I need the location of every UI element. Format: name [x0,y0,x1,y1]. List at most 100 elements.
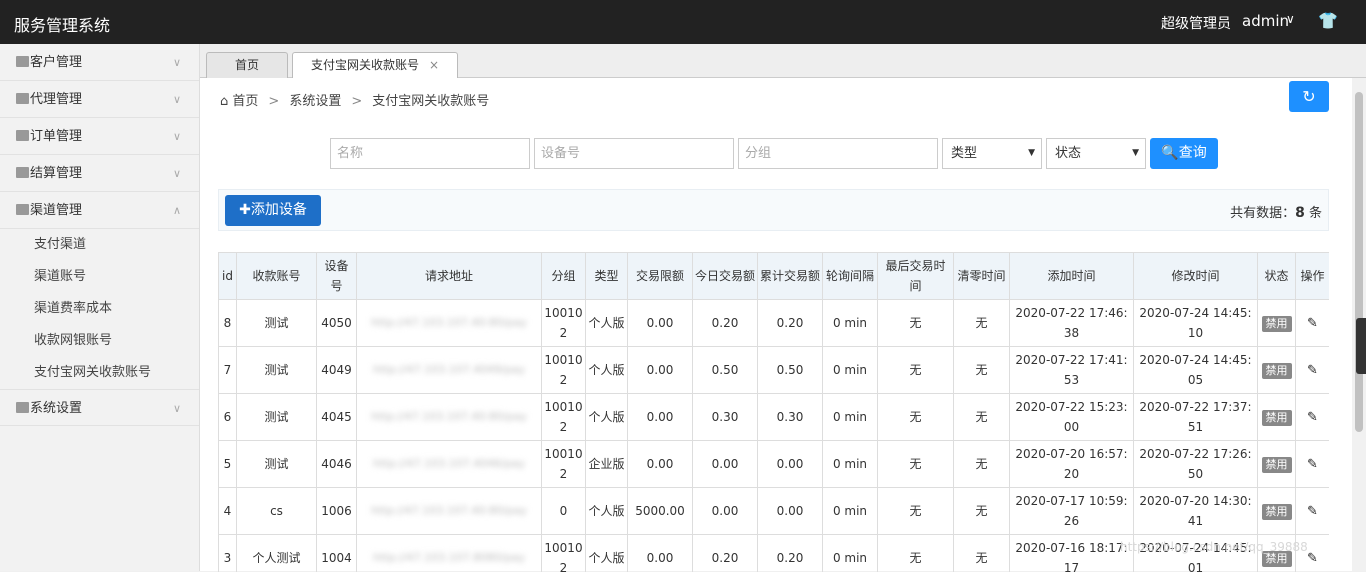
breadcrumb-current: 支付宝网关收款账号 [372,94,489,109]
cell-limit: 0.00 [628,300,693,347]
status-select[interactable]: 状态▼ [1046,138,1146,169]
chevron-down-icon[interactable]: ∨ [1286,12,1295,26]
submenu-alipay-gateway[interactable]: 支付宝网关收款账号 [0,357,199,389]
submenu-bank-account[interactable]: 收款网银账号 [0,325,199,357]
table-toolbar: ✚添加设备 共有数据：8 条 [218,189,1329,231]
cell-limit: 0.00 [628,347,693,394]
cell-actions: ✎ [1296,347,1330,394]
edit-icon[interactable]: ✎ [1307,504,1318,519]
breadcrumb-home[interactable]: 首页 [232,94,258,109]
cell-account: 测试 [237,394,317,441]
refresh-icon: ↻ [1302,87,1315,106]
sidebar-item-agents[interactable]: 代理管理∨ [0,81,199,118]
submenu-channel-rate[interactable]: 渠道费率成本 [0,293,199,325]
chevron-up-icon: ∧ [173,192,181,229]
type-select[interactable]: 类型▼ [942,138,1042,169]
cell-last: 无 [878,488,954,535]
theme-icon[interactable]: 👕 [1318,11,1338,30]
cell-type: 个人版 [586,347,628,394]
sidebar-item-system-settings[interactable]: 系统设置∨ [0,389,199,426]
status-badge[interactable]: 禁用 [1262,504,1292,520]
cell-last: 无 [878,441,954,488]
user-menu[interactable]: admin [1242,12,1289,30]
cell-actions: ✎ [1296,488,1330,535]
cell-today: 0.20 [693,300,758,347]
cell-url: http://47.103.107.8080/pay [357,535,542,572]
refresh-button[interactable]: ↻ [1289,81,1329,112]
table-row: 4cs1006http://47.103.107.40:80/pay0个人版50… [219,488,1330,535]
data-table-container: id收款账号设备号请求地址分组类型交易限额今日交易额累计交易额轮询间隔最后交易时… [218,252,1329,572]
column-header: 请求地址 [357,253,542,300]
sidebar-item-customers[interactable]: 客户管理∨ [0,44,199,81]
breadcrumb-system-settings[interactable]: 系统设置 [289,94,341,109]
home-icon: ⌂ [220,94,228,109]
cell-group: 100102 [542,347,586,394]
device-input[interactable]: 设备号 [534,138,734,169]
sidebar-item-channels[interactable]: 渠道管理 ∧ [0,192,199,229]
cell-device: 4049 [317,347,357,394]
cell-url: http://47.103.107.40:80/pay [357,488,542,535]
status-badge[interactable]: 禁用 [1262,363,1292,379]
add-device-button[interactable]: ✚添加设备 [225,195,321,226]
status-badge[interactable]: 禁用 [1262,316,1292,332]
sidebar-item-label: 系统设置 [30,401,82,416]
cell-group: 100102 [542,394,586,441]
scrollbar-thumb[interactable] [1355,92,1363,432]
cell-device: 1004 [317,535,357,572]
group-input[interactable]: 分组 [738,138,938,169]
side-widget[interactable] [1356,318,1366,374]
cell-actions: ✎ [1296,394,1330,441]
total-count: 共有数据：8 条 [1230,202,1322,221]
edit-icon[interactable]: ✎ [1307,316,1318,331]
tab-home[interactable]: 首页 [206,52,288,78]
cell-limit: 0.00 [628,535,693,572]
sidebar-item-label: 客户管理 [30,55,82,70]
cell-group: 100102 [542,441,586,488]
tab-alipay-gateway[interactable]: 支付宝网关收款账号× [292,52,458,78]
cell-today: 0.00 [693,441,758,488]
cell-added: 2020-07-16 18:17:17 [1010,535,1134,572]
sidebar-item-orders[interactable]: 订单管理∨ [0,118,199,155]
status-select-value: 状态 [1055,146,1081,161]
search-button[interactable]: 🔍查询 [1150,138,1218,169]
cell-device: 4045 [317,394,357,441]
submenu-payment-channel[interactable]: 支付渠道 [0,229,199,261]
sidebar-item-settlement[interactable]: 结算管理∨ [0,155,199,192]
table-body: 8测试4050http://47.103.107.40:80/pay100102… [219,300,1330,572]
close-icon[interactable]: × [429,58,439,72]
column-header: 交易限额 [628,253,693,300]
cell-total: 0.20 [758,300,823,347]
edit-icon[interactable]: ✎ [1307,410,1318,425]
total-suffix: 条 [1305,206,1322,221]
status-badge[interactable]: 禁用 [1262,410,1292,426]
sidebar-item-label: 渠道管理 [30,203,82,218]
cell-id: 8 [219,300,237,347]
cell-today: 0.00 [693,488,758,535]
cell-type: 个人版 [586,300,628,347]
cell-reset: 无 [954,394,1010,441]
submenu-channel-account[interactable]: 渠道账号 [0,261,199,293]
total-prefix: 共有数据： [1230,206,1295,221]
cell-added: 2020-07-22 15:23:00 [1010,394,1134,441]
edit-icon[interactable]: ✎ [1307,363,1318,378]
cell-interval: 0 min [823,441,878,488]
name-input[interactable]: 名称 [330,138,530,169]
cell-total: 0.30 [758,394,823,441]
cell-limit: 0.00 [628,394,693,441]
cell-last: 无 [878,300,954,347]
list-icon [16,93,29,104]
cell-url: http://47.103.107.4046/pay [357,441,542,488]
cell-status: 禁用 [1258,441,1296,488]
edit-icon[interactable]: ✎ [1307,551,1318,566]
column-header: 操作 [1296,253,1330,300]
column-header: 修改时间 [1134,253,1258,300]
add-device-label: 添加设备 [251,202,307,218]
cell-interval: 0 min [823,300,878,347]
table-row: 7测试4049http://47.103.107.4049/pay100102个… [219,347,1330,394]
status-badge[interactable]: 禁用 [1262,457,1292,473]
edit-icon[interactable]: ✎ [1307,457,1318,472]
table-row: 6测试4045http://47.103.107.40:80/pay100102… [219,394,1330,441]
cell-id: 7 [219,347,237,394]
cell-added: 2020-07-20 16:57:20 [1010,441,1134,488]
sidebar-item-label: 代理管理 [30,92,82,107]
